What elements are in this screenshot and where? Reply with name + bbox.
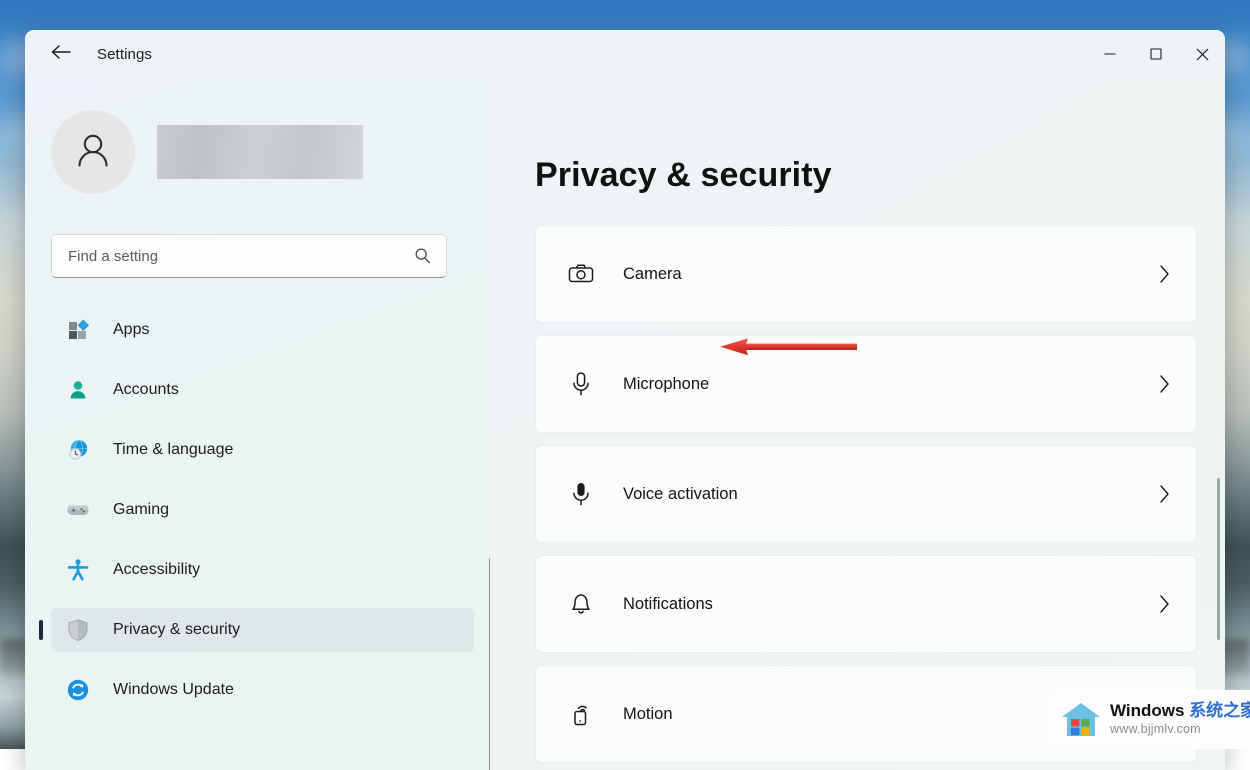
back-button[interactable] bbox=[41, 36, 81, 72]
microphone-filled-icon bbox=[567, 480, 595, 508]
selection-indicator bbox=[39, 620, 43, 640]
watermark: Windows 系统之家 www.bjjmlv.com bbox=[1050, 690, 1250, 749]
main-content: Privacy & security Camera bbox=[490, 78, 1225, 770]
maximize-icon bbox=[1149, 47, 1163, 61]
sidebar-item-privacy-security[interactable]: Privacy & security bbox=[51, 608, 474, 652]
settings-window: Settings bbox=[25, 30, 1225, 770]
window-title: Settings bbox=[97, 46, 152, 63]
settings-card-label: Motion bbox=[623, 705, 673, 724]
close-button[interactable] bbox=[1179, 30, 1225, 78]
chevron-right-icon bbox=[1156, 593, 1172, 615]
sidebar-item-label: Gaming bbox=[113, 501, 169, 519]
chevron-right-icon bbox=[1156, 263, 1172, 285]
globe-clock-icon bbox=[65, 437, 91, 463]
watermark-url: www.bjjmlv.com bbox=[1110, 722, 1201, 736]
accounts-person-icon bbox=[65, 377, 91, 403]
sidebar-item-gaming[interactable]: Gaming bbox=[51, 488, 474, 532]
avatar bbox=[51, 110, 135, 194]
watermark-brand: Windows bbox=[1110, 701, 1189, 720]
page-title: Privacy & security bbox=[535, 156, 1225, 195]
sidebar-item-label: Time & language bbox=[113, 441, 233, 459]
search-input[interactable]: Find a setting bbox=[51, 234, 447, 278]
sidebar-item-label: Accounts bbox=[113, 381, 179, 399]
chevron-right-icon bbox=[1156, 483, 1172, 505]
gamepad-icon bbox=[65, 497, 91, 523]
sidebar-item-label: Apps bbox=[113, 321, 149, 339]
sidebar-item-accounts[interactable]: Accounts bbox=[51, 368, 474, 412]
sidebar-item-label: Privacy & security bbox=[113, 621, 240, 639]
account-section[interactable] bbox=[51, 110, 490, 194]
sidebar-item-time-language[interactable]: Time & language bbox=[51, 428, 474, 472]
settings-card-camera[interactable]: Camera bbox=[535, 225, 1197, 323]
person-avatar-icon bbox=[70, 127, 116, 178]
sidebar-nav: Apps Accounts bbox=[25, 308, 490, 712]
sidebar-item-apps[interactable]: Apps bbox=[51, 308, 474, 352]
accessibility-icon bbox=[65, 557, 91, 583]
sidebar-item-windows-update[interactable]: Windows Update bbox=[51, 668, 474, 712]
settings-card-label: Voice activation bbox=[623, 485, 738, 504]
sidebar: Find a setting bbox=[25, 78, 490, 770]
sidebar-item-label: Accessibility bbox=[113, 561, 200, 579]
update-refresh-icon bbox=[65, 677, 91, 703]
settings-card-voice-activation[interactable]: Voice activation bbox=[535, 445, 1197, 543]
apps-icon bbox=[65, 317, 91, 343]
settings-card-microphone[interactable]: Microphone bbox=[535, 335, 1197, 433]
windows-house-logo-icon bbox=[1060, 700, 1102, 740]
chevron-right-icon bbox=[1156, 373, 1172, 395]
camera-icon bbox=[567, 260, 595, 288]
watermark-brand-cn: 系统之家 bbox=[1189, 701, 1250, 720]
settings-card-list: Camera bbox=[490, 225, 1225, 770]
bell-icon bbox=[567, 590, 595, 618]
microphone-icon bbox=[567, 370, 595, 398]
main-scrollbar[interactable] bbox=[1217, 478, 1220, 640]
minimize-icon bbox=[1103, 47, 1117, 61]
sidebar-item-label: Windows Update bbox=[113, 681, 234, 699]
arrow-left-icon bbox=[50, 43, 72, 66]
settings-card-label: Camera bbox=[623, 265, 682, 284]
account-name-redacted bbox=[157, 125, 363, 179]
sidebar-item-accessibility[interactable]: Accessibility bbox=[51, 548, 474, 592]
shield-icon bbox=[65, 617, 91, 643]
title-bar: Settings bbox=[25, 30, 1225, 78]
maximize-button[interactable] bbox=[1133, 30, 1179, 78]
motion-sensor-icon bbox=[567, 700, 595, 728]
window-controls bbox=[1087, 30, 1225, 78]
search-icon[interactable] bbox=[413, 247, 432, 266]
close-icon bbox=[1195, 47, 1210, 62]
search-placeholder: Find a setting bbox=[68, 248, 158, 265]
settings-card-notifications[interactable]: Notifications bbox=[535, 555, 1197, 653]
window-body: Find a setting bbox=[25, 78, 1225, 770]
settings-card-label: Microphone bbox=[623, 375, 709, 394]
settings-card-label: Notifications bbox=[623, 595, 713, 614]
minimize-button[interactable] bbox=[1087, 30, 1133, 78]
